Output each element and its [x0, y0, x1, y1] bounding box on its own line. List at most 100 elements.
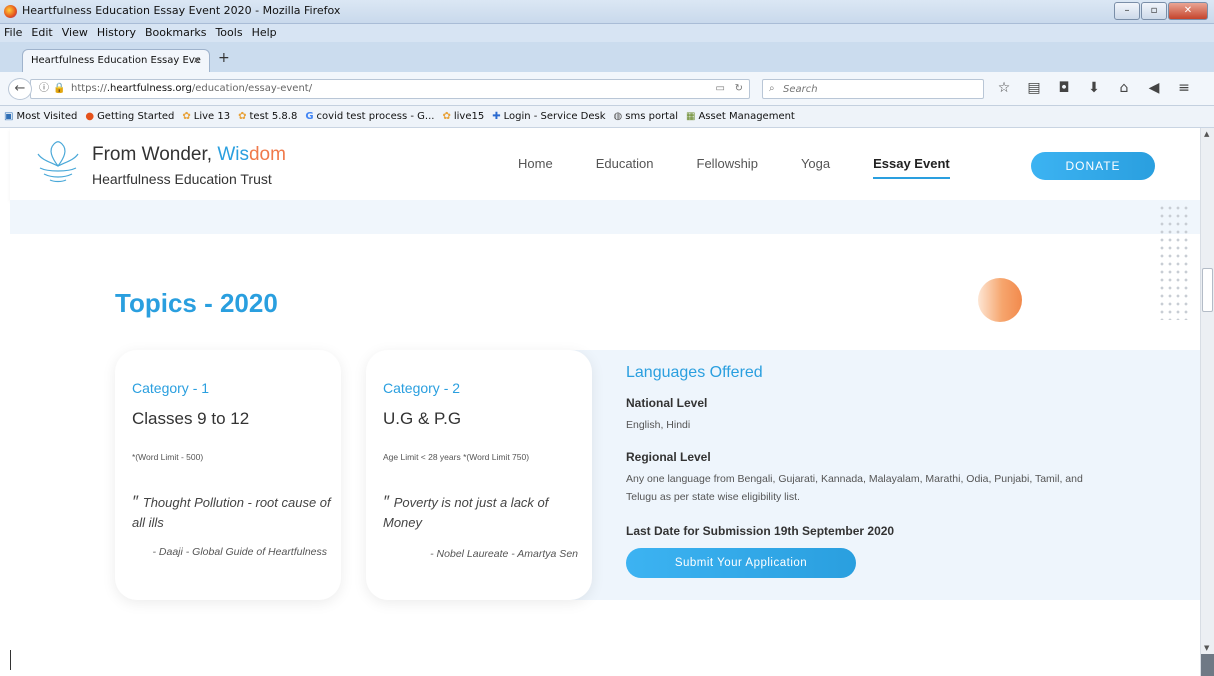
- nav-fellowship[interactable]: Fellowship: [697, 156, 758, 179]
- pocket-icon[interactable]: ◘: [1056, 80, 1072, 96]
- regional-level-text: Any one language from Bengali, Gujarati,…: [626, 473, 1083, 503]
- topics-title: Topics - 2020: [115, 288, 278, 318]
- reload-icon[interactable]: ↻: [735, 80, 743, 98]
- bookmark-service-desk[interactable]: ✚ Login - Service Desk: [492, 111, 605, 122]
- national-level-text: English, Hindi: [626, 419, 691, 431]
- new-tab-button[interactable]: +: [218, 50, 230, 66]
- tab-strip: Heartfulness Education Essay Eve × +: [0, 42, 1214, 72]
- bookmarks-bar: ▣ Most Visited ● Getting Started ✿ Live 13 …: [0, 106, 1214, 128]
- download-icon[interactable]: ⬇: [1086, 80, 1102, 96]
- web-page: From Wonder, Wisdom Heartfulness Educati…: [0, 128, 1200, 676]
- bookmark-covid-test[interactable]: Gcovid test process - G...: [305, 111, 434, 122]
- text-cursor: [10, 650, 11, 670]
- back-button[interactable]: ←: [8, 78, 32, 100]
- donate-button[interactable]: DONATE: [1031, 152, 1155, 180]
- nav-home[interactable]: Home: [518, 156, 553, 179]
- bookmark-test588[interactable]: ✿ test 5.8.8: [238, 111, 297, 122]
- navigation-bar: ⓘ 🔒 https://.heartfulness.org/education/…: [0, 72, 1214, 106]
- regional-level-title: Regional Level: [626, 450, 711, 464]
- url-text[interactable]: https://.heartfulness.org/education/essa…: [71, 80, 312, 98]
- site-header: From Wonder, Wisdom Heartfulness Educati…: [10, 128, 1200, 200]
- url-bar[interactable]: ⓘ 🔒 https://.heartfulness.org/education/…: [30, 79, 750, 99]
- menu-bar: File Edit View History Bookmarks Tools H…: [0, 24, 1214, 42]
- window-title-bar: Heartfulness Education Essay Event 2020 …: [0, 0, 1214, 24]
- service-desk-icon: ✚: [492, 111, 501, 122]
- firefox-icon: ●: [85, 111, 95, 122]
- menu-tools[interactable]: Tools: [215, 24, 242, 42]
- category-label: Category - 2: [383, 380, 461, 396]
- nav-education[interactable]: Education: [596, 156, 654, 179]
- menu-edit[interactable]: Edit: [31, 24, 52, 42]
- bookmark-star-icon[interactable]: ☆: [996, 80, 1012, 96]
- bookmark-live13[interactable]: ✿ Live 13: [182, 111, 230, 122]
- heartfulness-logo-icon[interactable]: [30, 136, 86, 188]
- bookmark-sms-portal[interactable]: ◍ sms portal: [614, 111, 678, 122]
- quote-mark-icon: ″: [383, 492, 394, 511]
- bookmark-live15[interactable]: ✿ live15: [442, 111, 484, 122]
- reader-view-icon[interactable]: ▭: [716, 80, 725, 98]
- languages-heading: Languages Offered: [626, 364, 763, 381]
- category-card-2: Category - 2 U.G & P.G Age Limit < 28 ye…: [366, 350, 592, 600]
- google-icon: G: [305, 111, 314, 122]
- quote-author: - Nobel Laureate - Amartya Sen: [430, 548, 578, 560]
- category-label: Category - 1: [132, 380, 210, 396]
- bookmarks-library-icon[interactable]: ▤: [1026, 80, 1042, 96]
- essay-topic: ″ Poverty is not just a lack of Money: [383, 492, 549, 530]
- window-controls: – ▫ ✕: [1114, 2, 1208, 20]
- info-icon[interactable]: ⓘ: [39, 80, 49, 98]
- nav-essay-event[interactable]: Essay Event: [873, 156, 950, 179]
- word-limit: Age Limit < 28 years *(Word Limit 750): [383, 452, 530, 462]
- close-tab-icon[interactable]: ×: [193, 50, 201, 72]
- vertical-scrollbar[interactable]: ▲ ▼: [1200, 128, 1214, 676]
- globe-icon: ◍: [613, 111, 623, 122]
- tab-label: Heartfulness Education Essay Eve: [31, 55, 201, 66]
- site-nav: Home Education Fellowship Yoga Essay Eve…: [518, 156, 993, 179]
- menu-hamburger-icon[interactable]: ≡: [1176, 80, 1192, 96]
- resize-grip[interactable]: [1201, 654, 1214, 676]
- menu-help[interactable]: Help: [252, 24, 277, 42]
- home-icon[interactable]: ⌂: [1116, 80, 1132, 96]
- bookmark-asset-management[interactable]: ▦ Asset Management: [686, 111, 795, 122]
- orange-circle-decoration: [978, 278, 1022, 322]
- flower-icon: ✿: [238, 111, 247, 122]
- essay-topic: ″ Thought Pollution - root cause of all …: [132, 492, 331, 530]
- national-level-title: National Level: [626, 396, 708, 410]
- scroll-down-icon[interactable]: ▼: [1204, 644, 1209, 652]
- dot-pattern-decoration: [1158, 204, 1192, 320]
- toolbar-icons: ☆ ▤ ◘ ⬇ ⌂ ◀ ≡: [996, 80, 1192, 96]
- brand-tagline[interactable]: From Wonder, Wisdom: [92, 144, 286, 166]
- quote-mark-icon: ″: [132, 492, 143, 511]
- menu-bookmarks[interactable]: Bookmarks: [145, 24, 206, 42]
- last-date-text: Last Date for Submission 19th September …: [626, 524, 895, 538]
- bookmark-getting-started[interactable]: ● Getting Started: [85, 111, 174, 122]
- lock-icon[interactable]: 🔒: [53, 80, 65, 98]
- firefox-icon: [4, 5, 17, 18]
- header-band: [10, 200, 1200, 234]
- search-icon: ⌕: [769, 83, 775, 94]
- brand-name[interactable]: Heartfulness Education Trust: [92, 171, 272, 187]
- menu-view[interactable]: View: [62, 24, 88, 42]
- search-bar[interactable]: ⌕: [762, 79, 984, 99]
- bookmark-most-visited[interactable]: ▣ Most Visited: [4, 111, 77, 122]
- word-limit: *(Word Limit - 500): [132, 452, 204, 462]
- menu-history[interactable]: History: [97, 24, 136, 42]
- tab-heartfulness[interactable]: Heartfulness Education Essay Eve ×: [22, 49, 210, 72]
- category-card-1: Category - 1 Classes 9 to 12 *(Word Limi…: [115, 350, 341, 600]
- close-window-button[interactable]: ✕: [1168, 2, 1208, 20]
- category-level: Classes 9 to 12: [132, 409, 250, 428]
- flower-icon: ✿: [442, 111, 451, 122]
- scroll-up-icon[interactable]: ▲: [1204, 130, 1209, 138]
- asset-icon: ▦: [686, 111, 696, 122]
- search-input[interactable]: [781, 81, 977, 97]
- submit-application-button[interactable]: Submit Your Application: [626, 548, 856, 578]
- scrollbar-thumb[interactable]: [1202, 268, 1213, 312]
- flower-icon: ✿: [182, 111, 191, 122]
- menu-file[interactable]: File: [4, 24, 22, 42]
- quote-author: - Daaji - Global Guide of Heartfulness: [152, 546, 328, 558]
- category-level: U.G & P.G: [383, 409, 462, 428]
- minimize-button[interactable]: –: [1114, 2, 1140, 20]
- restore-button[interactable]: ▫: [1141, 2, 1167, 20]
- send-icon[interactable]: ◀: [1146, 80, 1162, 96]
- nav-yoga[interactable]: Yoga: [801, 156, 830, 179]
- window-title: Heartfulness Education Essay Event 2020 …: [22, 4, 341, 17]
